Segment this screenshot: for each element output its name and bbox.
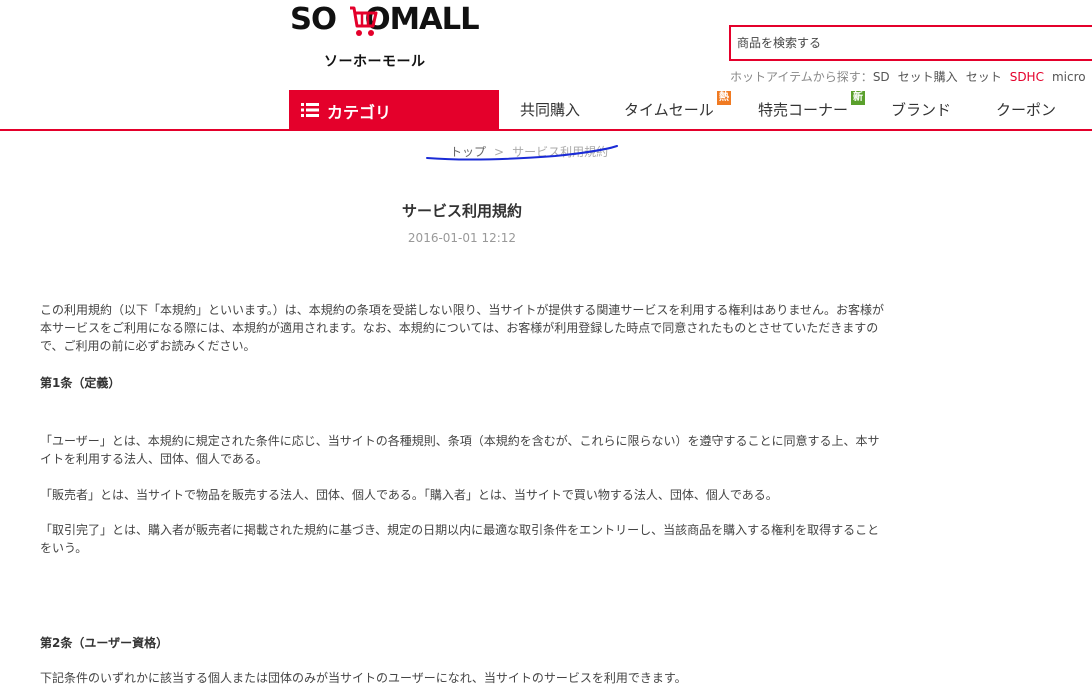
nav-special-sale[interactable]: 特売コーナー [758,99,848,120]
hot-item-sd[interactable]: SD [873,70,890,84]
section-2-heading: 第2条（ユーザー資格） [40,636,169,650]
hot-item-set[interactable]: セット [966,70,1002,84]
category-label: カテゴリ [327,103,392,122]
section-1-paragraph-3: 「取引完了」とは、購入者が販売者に掲載された規約に基づき、規定の日期以内に最適な… [40,523,880,555]
hot-item-set-purchase[interactable]: セット購入 [898,70,958,84]
nav-time-sale[interactable]: タイムセール [624,99,714,120]
logo-text: SO OMALL [290,2,480,37]
search-box [729,25,1092,61]
page: SOOMALL ソーホーモール ホットアイテムから探す：SD セット購入セット SD… [0,0,1092,688]
nav-group-buy[interactable]: 共同購入 [520,99,580,120]
nav-coupon[interactable]: クーポン [996,99,1056,120]
nav-divider [0,129,1092,131]
hot-badge-icon: 熱 [717,91,731,105]
hot-item-micro[interactable]: micro [1052,70,1086,84]
hot-item-sdhc[interactable]: SDHC [1010,70,1044,84]
section-1-paragraph-1: 「ユーザー」とは、本規約に規定された条件に応じ、当サイトの各種規則、条項（本規約… [40,434,880,466]
shopping-cart-logo-icon [350,6,378,36]
list-menu-icon [301,103,319,117]
site-logo[interactable]: SO OMALL ソーホーモール [290,2,480,70]
new-badge-icon: 新 [851,91,865,105]
section-2-paragraph-1: 下記条件のいずれかに該当する個人または団体のみが当サイトのユーザーになれ、当サイ… [40,671,687,685]
article-title: サービス利用規約 [401,202,522,220]
category-menu-button[interactable]: カテゴリ [289,90,499,130]
section-1-heading: 第1条（定義） [40,376,121,390]
search-input[interactable] [735,31,1089,55]
nav-brand[interactable]: ブランド [891,99,951,120]
article-date: 2016-01-01 12:12 [407,231,517,245]
hot-items-label: ホットアイテムから探す： [730,70,873,84]
section-1-paragraph-2: 「販売者」とは、当サイトで物品を販売する法人、団体、個人である。「購入者」とは、… [40,488,778,502]
intro-paragraph: この利用規約（以下「本規約」といいます。）は、本規約の条項を受諾しない限り、当サ… [40,303,884,353]
hot-items-row: ホットアイテムから探す：SD セット購入 セット SDHC micro [730,68,1092,85]
hand-drawn-underline-annotation [426,145,618,161]
logo-subtitle: ソーホーモール [324,54,426,70]
